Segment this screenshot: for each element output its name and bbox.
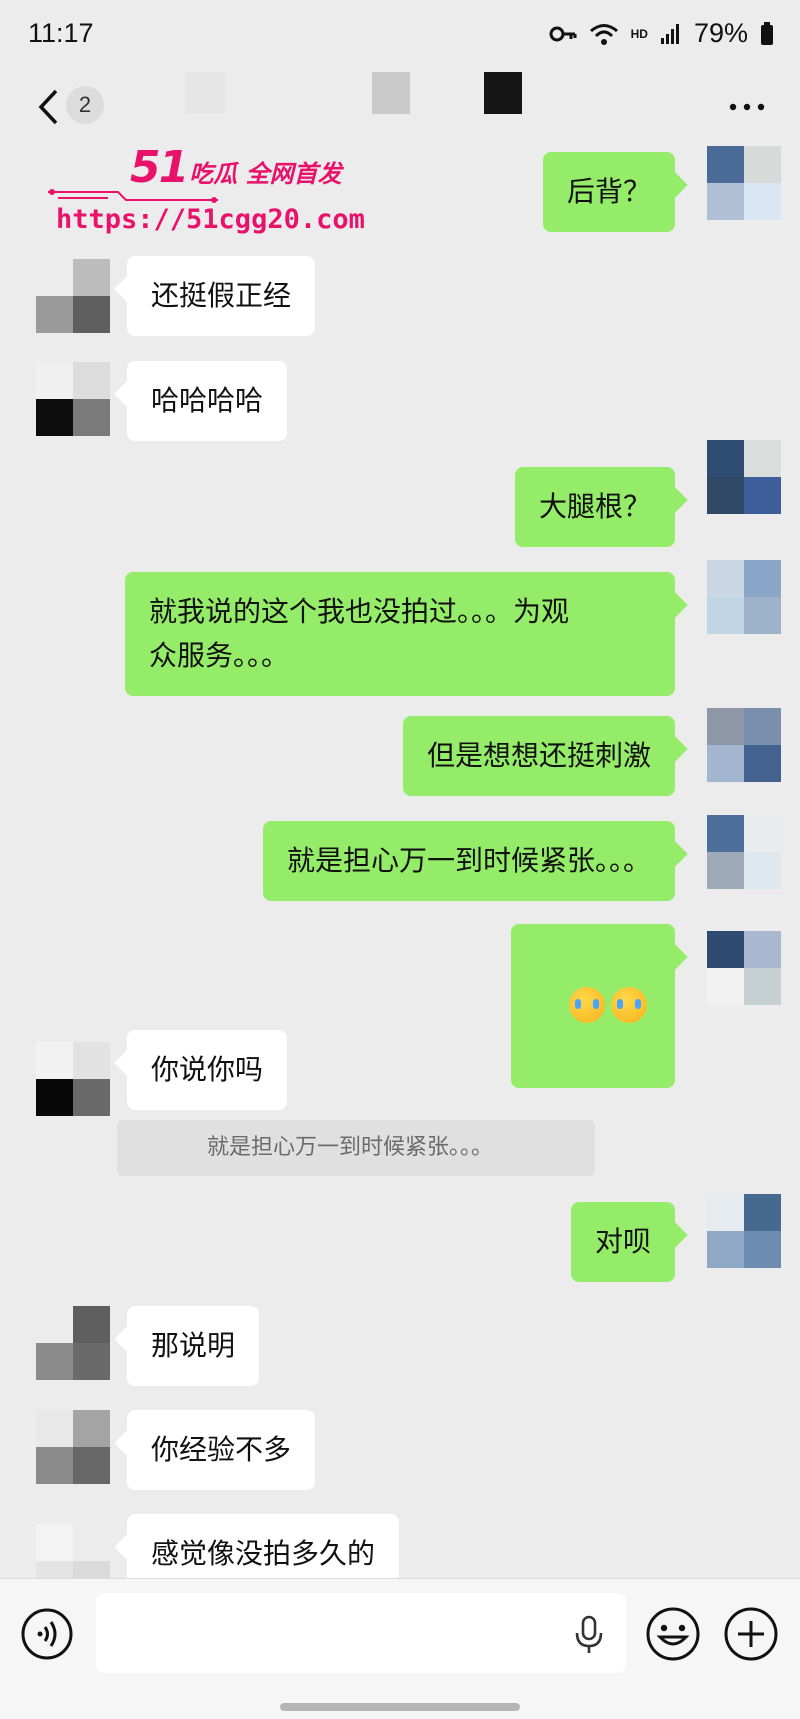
message-bubble-outgoing[interactable]: 后背？ bbox=[542, 152, 675, 232]
message-bubble-incoming[interactable]: 那说明 bbox=[127, 1306, 260, 1386]
contact-avatar[interactable] bbox=[36, 1410, 110, 1484]
message-bubble-outgoing[interactable]: 就我说的这个我也没拍过。。。为观 众服务。。。 bbox=[125, 572, 675, 696]
message-bubble-outgoing[interactable]: 但是想想还挺刺激 bbox=[402, 716, 675, 796]
key-icon bbox=[549, 26, 577, 41]
contact-avatar[interactable] bbox=[36, 259, 110, 333]
contact-avatar[interactable] bbox=[36, 1524, 110, 1578]
voice-input-button[interactable] bbox=[572, 1615, 606, 1655]
more-dots-icon bbox=[729, 103, 765, 111]
my-avatar[interactable] bbox=[707, 708, 781, 782]
plus-icon bbox=[724, 1607, 778, 1661]
chat-header: 2 bbox=[0, 72, 800, 142]
message-input[interactable] bbox=[96, 1593, 626, 1673]
chat-title-obscured bbox=[185, 72, 225, 114]
home-indicator[interactable] bbox=[280, 1703, 520, 1711]
message-bubble-incoming[interactable]: 你经验不多 bbox=[127, 1410, 316, 1490]
face-with-tears-of-joy-emoji bbox=[569, 987, 605, 1023]
message-bubble-outgoing[interactable]: 大腿根？ bbox=[514, 467, 675, 547]
status-bar: 11:17 HD 79% bbox=[0, 0, 800, 72]
message-list[interactable]: 后背？ 还挺假正经 哈哈哈哈 大腿根？ 就我说的这个我也没拍过。。。为观 众服务… bbox=[0, 142, 800, 1578]
my-avatar[interactable] bbox=[707, 815, 781, 889]
message-bubble-incoming[interactable]: 哈哈哈哈 bbox=[127, 361, 288, 441]
contact-avatar[interactable] bbox=[36, 1042, 110, 1116]
more-actions-button[interactable] bbox=[722, 1605, 780, 1663]
input-bar bbox=[0, 1578, 800, 1719]
message-bubble-incoming[interactable]: 你说你吗 bbox=[127, 1030, 288, 1110]
contact-avatar[interactable] bbox=[36, 362, 110, 436]
chat-title-obscured bbox=[372, 72, 410, 114]
unread-count-badge[interactable]: 2 bbox=[66, 86, 104, 124]
my-avatar[interactable] bbox=[707, 440, 781, 514]
hd-label: HD bbox=[630, 26, 648, 41]
wifi-icon bbox=[589, 23, 618, 45]
status-time: 11:17 bbox=[28, 18, 94, 48]
chat-title-obscured bbox=[484, 72, 522, 114]
quoted-message[interactable]: 就是担心万一到时候紧张。。。 bbox=[117, 1120, 595, 1176]
message-bubble-incoming[interactable]: 还挺假正经 bbox=[127, 256, 316, 336]
emoji-button[interactable] bbox=[644, 1605, 702, 1663]
more-options-button[interactable] bbox=[724, 84, 770, 130]
signal-icon bbox=[660, 23, 679, 44]
my-avatar[interactable] bbox=[707, 146, 781, 220]
message-bubble-incoming[interactable]: 感觉像没拍多久的 bbox=[127, 1514, 400, 1578]
my-avatar[interactable] bbox=[707, 560, 781, 634]
back-button[interactable] bbox=[28, 82, 68, 132]
my-avatar[interactable] bbox=[707, 931, 781, 1005]
voice-icon bbox=[21, 1608, 73, 1660]
message-bubble-outgoing[interactable] bbox=[511, 924, 675, 1088]
chevron-left-icon bbox=[38, 89, 58, 125]
battery-percent: 79% bbox=[693, 18, 748, 48]
battery-icon bbox=[761, 21, 773, 45]
message-bubble-outgoing[interactable]: 就是担心万一到时候紧张。。。 bbox=[262, 821, 675, 901]
face-with-tears-of-joy-emoji bbox=[611, 987, 647, 1023]
microphone-icon bbox=[575, 1615, 603, 1653]
emoji-icon bbox=[646, 1607, 700, 1661]
message-bubble-outgoing[interactable]: 对呗 bbox=[570, 1202, 675, 1282]
status-icons: HD 79% bbox=[549, 18, 774, 49]
voice-mode-button[interactable] bbox=[20, 1607, 74, 1661]
contact-avatar[interactable] bbox=[36, 1306, 110, 1380]
my-avatar[interactable] bbox=[707, 1194, 781, 1268]
